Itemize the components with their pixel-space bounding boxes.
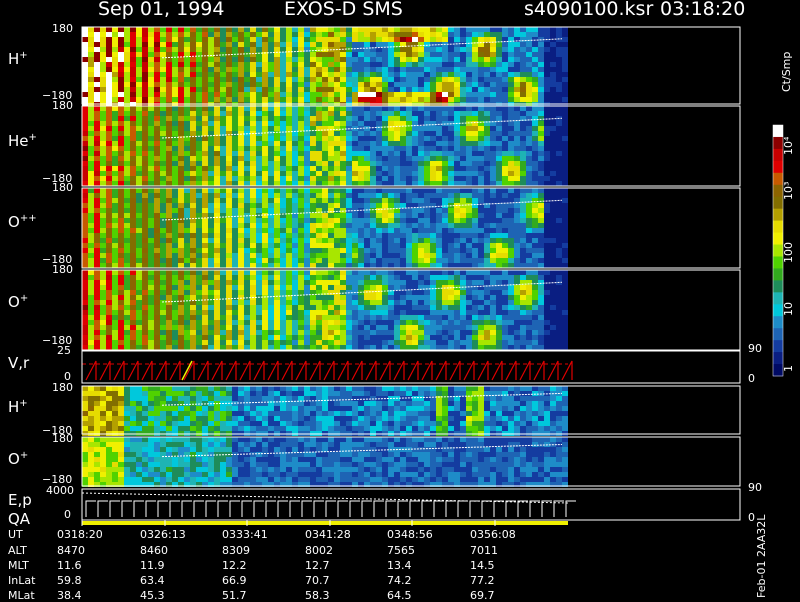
panel-label-h-plus-2: H+ [8, 398, 28, 416]
tick-h2-top: 180 [52, 381, 73, 394]
ephemeris-label: ALT [8, 544, 27, 557]
colorbar-segment [773, 352, 783, 364]
tick-vr-right-zero: 0 [748, 372, 755, 385]
colorbar-segment [773, 340, 783, 352]
colorbar-tick-100: 100 [782, 242, 795, 263]
panel-label-qa: QA [8, 510, 30, 528]
ephemeris-cell: 0356:08 [470, 528, 516, 541]
tick-h-top: 180 [52, 22, 73, 35]
ephemeris-label: UT [8, 528, 23, 541]
panel-label-h-plus: H+ [8, 50, 28, 68]
ephemeris-cell: 8309 [222, 544, 250, 557]
tick-ep-right-top: 90 [748, 481, 762, 494]
ephemeris-cell: 38.4 [57, 589, 82, 602]
ephemeris-cell: 63.4 [140, 574, 165, 587]
ephemeris-cell: 74.2 [387, 574, 412, 587]
panel-label-o-pp: O++ [8, 213, 37, 231]
colorbar-tick-1e4: 10⁴ [782, 137, 795, 155]
ephemeris-cell: 8002 [305, 544, 333, 557]
colorbar-tick-1: 1 [782, 365, 795, 372]
panel-label-vr: V,r [8, 354, 29, 372]
ephemeris-label: MLat [8, 589, 35, 602]
colorbar-segment [773, 328, 783, 340]
ephemeris-cell: 69.7 [470, 589, 495, 602]
tick-op-top: 180 [52, 263, 73, 276]
ephemeris-cell: 11.9 [140, 559, 165, 572]
colorbar-tick-1e3: 10³ [782, 182, 795, 200]
ephemeris-cell: 8460 [140, 544, 168, 557]
ephemeris-label: MLT [8, 559, 29, 572]
ephemeris-label: InLat [8, 574, 35, 587]
ephemeris-cell: 70.7 [305, 574, 330, 587]
ephemeris-cell: 13.4 [387, 559, 412, 572]
colorbar-segment [773, 316, 783, 328]
panel-ep-bg [82, 489, 568, 520]
tick-opp-top: 180 [52, 181, 73, 194]
ephemeris-cell: 12.7 [305, 559, 330, 572]
header-file: s4090100.ksr [524, 0, 653, 20]
ephemeris-cell: 0348:56 [387, 528, 433, 541]
ephemeris-cell: 59.8 [57, 574, 82, 587]
ephemeris-cell: 0318:20 [57, 528, 103, 541]
ephemeris-cell: 14.5 [470, 559, 495, 572]
panel-label-o-plus: O+ [8, 293, 28, 311]
panel-label-ep: E,p [8, 491, 32, 509]
ephemeris-cell: 12.2 [222, 559, 247, 572]
ephemeris-cell: 11.6 [57, 559, 82, 572]
ephemeris-cell: 51.7 [222, 589, 247, 602]
ephemeris-cell: 0341:28 [305, 528, 351, 541]
colorbar-segment [773, 161, 783, 173]
tick-he-top: 180 [52, 99, 73, 112]
ephemeris-cell: 0333:41 [222, 528, 268, 541]
tick-ep-right-zero: 0 [748, 511, 755, 524]
ephemeris-cell: 66.9 [222, 574, 247, 587]
ephemeris-cell: 8470 [57, 544, 85, 557]
tick-o2-top: 180 [52, 432, 73, 445]
ephemeris-cell: 7011 [470, 544, 498, 557]
ephemeris-cell: 77.2 [470, 574, 495, 587]
ephemeris-cell: 64.5 [387, 589, 412, 602]
tick-ep-top: 4000 [46, 484, 74, 497]
colorbar-segment [773, 221, 783, 233]
ephemeris-cell: 58.3 [305, 589, 330, 602]
colorbar-segment [773, 268, 783, 280]
colorbar-segment [773, 209, 783, 221]
ephemeris-cell: 45.3 [140, 589, 165, 602]
spectrogram-plot [0, 0, 800, 600]
colorbar-segment [773, 125, 783, 137]
ephemeris-cell: 7565 [387, 544, 415, 557]
panel-label-o-plus-2: O+ [8, 450, 28, 468]
colorbar-tick-10: 10 [782, 302, 795, 316]
footer-note: Feb-01 2AA32L [755, 515, 768, 598]
header-instrument: EXOS-D SMS [284, 0, 403, 20]
colorbar-unit: Ct/Smp [780, 52, 793, 92]
tick-ep-zero: 0 [64, 508, 71, 521]
panel-label-he-plus: He+ [8, 132, 37, 150]
header-date: Sep 01, 1994 [98, 0, 224, 20]
colorbar-segment [773, 280, 783, 292]
tick-vr-top: 25 [57, 344, 71, 357]
header-time: 03:18:20 [660, 0, 745, 20]
ephemeris-cell: 0326:13 [140, 528, 186, 541]
tick-vr-right-top: 90 [748, 342, 762, 355]
